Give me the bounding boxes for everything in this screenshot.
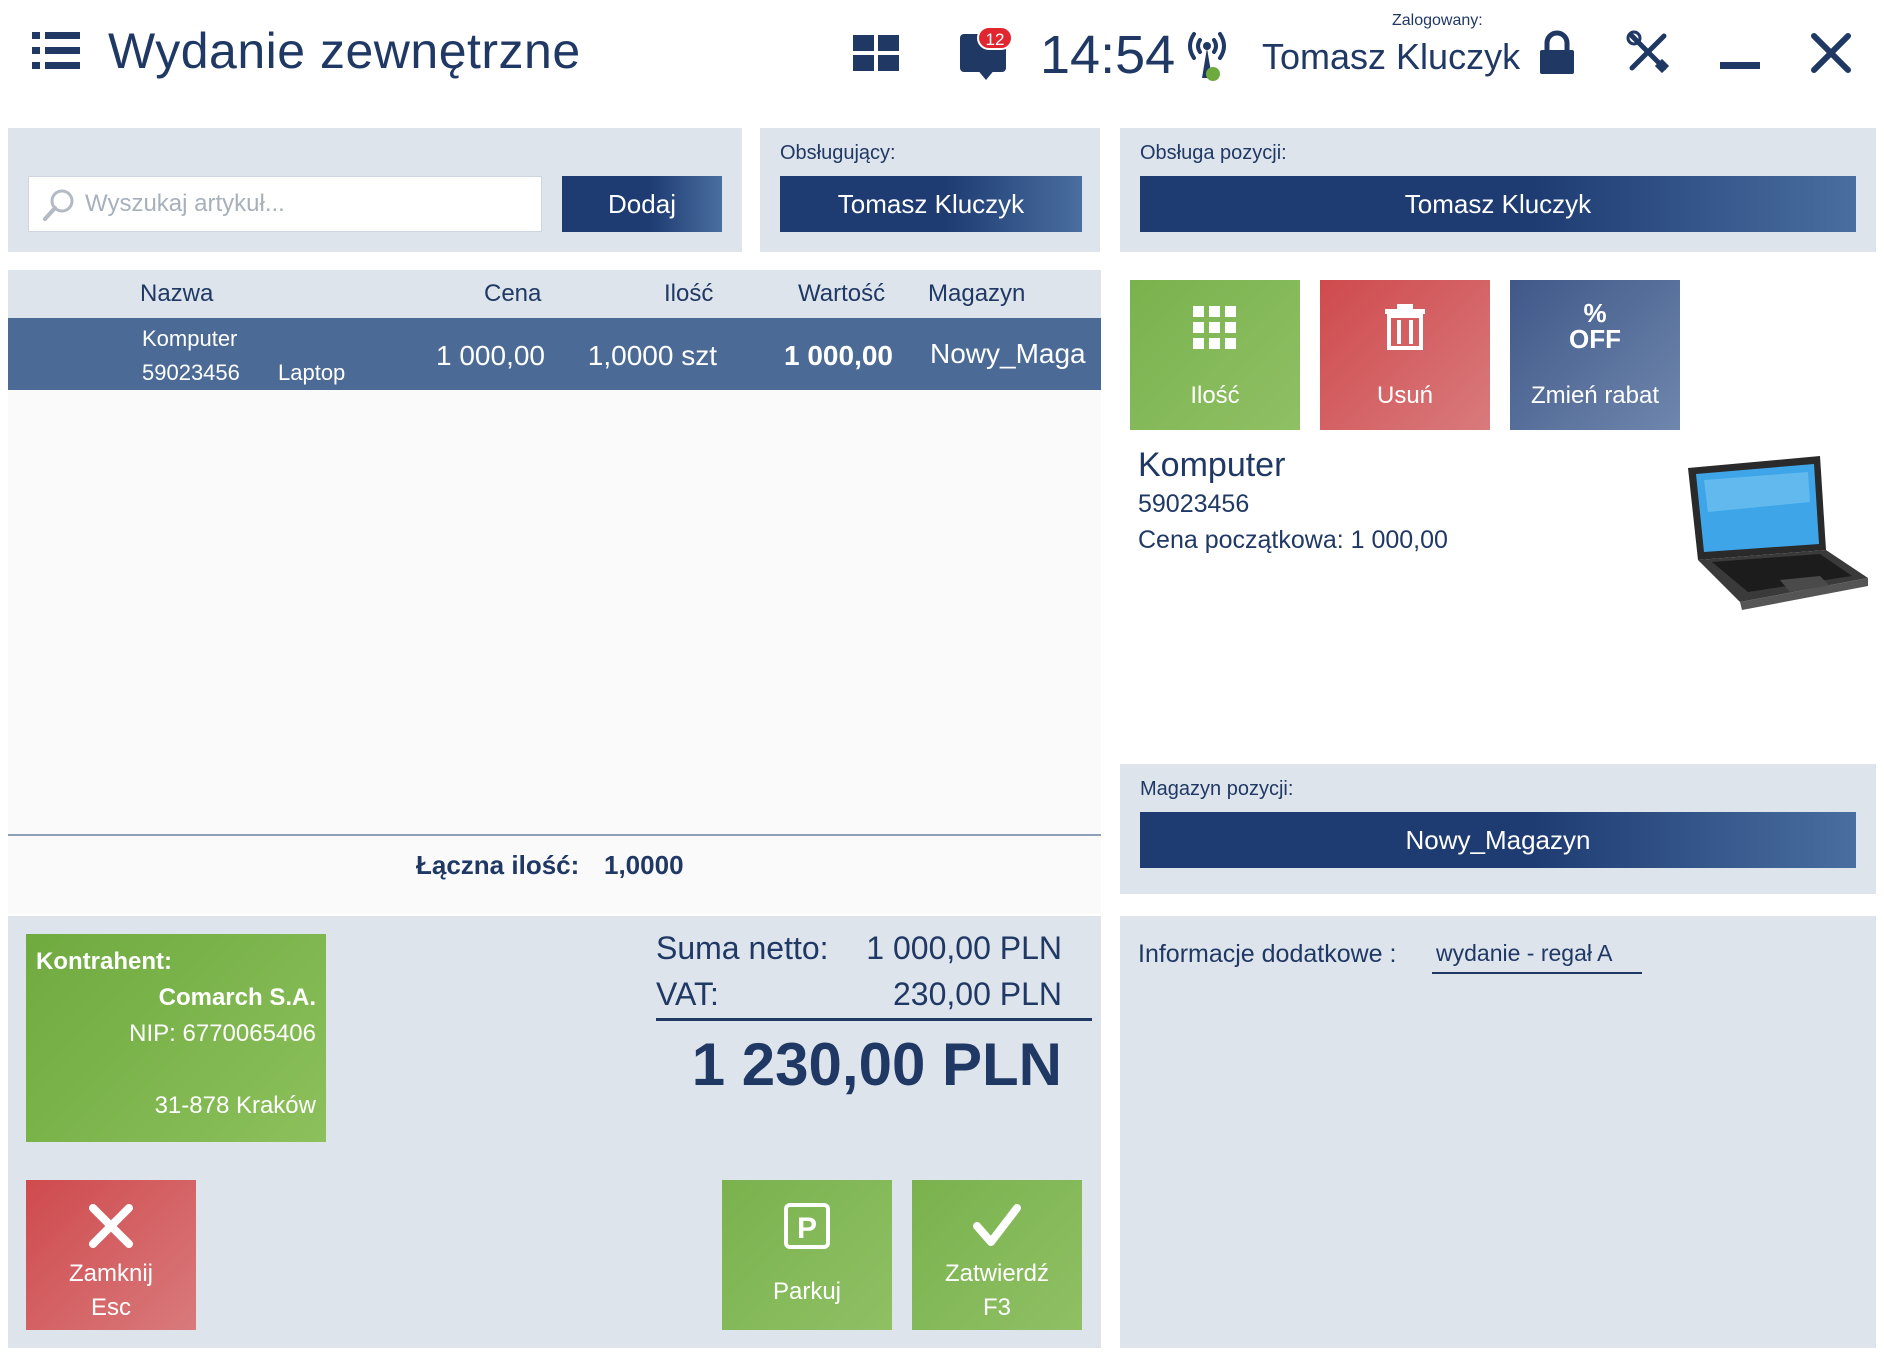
change-discount-label: Zmień rabat bbox=[1530, 382, 1660, 409]
additional-info-input[interactable] bbox=[1432, 934, 1642, 974]
delete-tile-label: Usuń bbox=[1376, 382, 1434, 409]
close-document-label: Zamknij bbox=[68, 1260, 153, 1287]
row-item-name: Komputer bbox=[142, 326, 238, 351]
additional-info-label: Informacje dodatkowe : bbox=[1138, 940, 1397, 968]
contractor-address: 31-878 Kraków bbox=[154, 1092, 316, 1119]
confirm-document-key: F3 bbox=[982, 1294, 1011, 1321]
product-start-price: Cena początkowa: 1 000,00 bbox=[1138, 526, 1448, 554]
table-row[interactable]: Komputer 59023456 Laptop 1 000,00 1,0000… bbox=[8, 318, 1101, 390]
item-handling-label: Obsługa pozycji: bbox=[1140, 142, 1287, 164]
row-item-quantity: 1,0000 szt bbox=[587, 340, 717, 371]
attendant-label: Obsługujący: bbox=[780, 142, 896, 164]
contractor-tile[interactable]: Kontrahent: Comarch S.A. NIP: 6770065406… bbox=[26, 934, 326, 1142]
product-name: Komputer bbox=[1138, 446, 1286, 484]
header-bar: Wydanie zewnętrzne 12 14:54 Zalogowany: … bbox=[0, 0, 1884, 118]
tools-icon[interactable] bbox=[1626, 30, 1670, 74]
clock: 14:54 bbox=[1040, 25, 1176, 85]
additional-info-panel bbox=[1120, 916, 1876, 1348]
grand-total: 1 230,00 PLN bbox=[691, 1031, 1062, 1098]
logged-user-name: Tomasz Kluczyk bbox=[1262, 36, 1521, 77]
confirm-document-label: Zatwierdź bbox=[944, 1260, 1050, 1287]
item-handling-button[interactable]: Tomasz Kluczyk bbox=[1140, 176, 1856, 232]
items-table: Nazwa Cena Ilość Wartość Magazyn Kompute… bbox=[8, 270, 1101, 914]
search-field[interactable] bbox=[28, 176, 542, 232]
discount-off-icon: OFF bbox=[1569, 324, 1621, 354]
change-discount-tile-button[interactable]: % OFF Zmień rabat bbox=[1510, 280, 1680, 430]
notification-count-badge: 12 bbox=[977, 26, 1013, 50]
row-item-price: 1 000,00 bbox=[436, 340, 545, 371]
notifications-icon[interactable]: 12 bbox=[960, 26, 1013, 80]
add-button[interactable]: Dodaj bbox=[562, 176, 722, 232]
park-document-label: Parkuj bbox=[772, 1278, 842, 1305]
lock-icon[interactable] bbox=[1536, 30, 1578, 76]
svg-text:P: P bbox=[797, 1212, 817, 1245]
row-item-code: 59023456 bbox=[142, 360, 240, 385]
column-header-name[interactable]: Nazwa bbox=[140, 280, 213, 308]
parking-icon: P bbox=[784, 1203, 830, 1249]
hamburger-menu-icon[interactable] bbox=[32, 32, 80, 70]
net-sum-value: 1 000,00 PLN bbox=[866, 930, 1062, 966]
delete-tile-button[interactable]: Usuń bbox=[1320, 280, 1490, 430]
search-icon bbox=[43, 189, 74, 221]
logged-in-label: Zalogowany: bbox=[1392, 12, 1483, 29]
contractor-nip: NIP: 6770065406 bbox=[129, 1020, 316, 1047]
tiles-icon[interactable] bbox=[853, 35, 899, 71]
row-item-category: Laptop bbox=[278, 360, 346, 385]
row-item-value: 1 000,00 bbox=[784, 340, 893, 371]
connection-signal-icon bbox=[1188, 32, 1226, 81]
park-document-button[interactable]: P Parkuj bbox=[722, 1180, 892, 1330]
close-document-key: Esc bbox=[90, 1294, 131, 1321]
column-header-warehouse[interactable]: Magazyn bbox=[928, 280, 1025, 308]
contractor-name: Comarch S.A. bbox=[158, 984, 316, 1011]
quantity-tile-label: Ilość bbox=[1190, 382, 1240, 409]
total-quantity-value: 1,0000 bbox=[604, 850, 684, 880]
item-warehouse-label: Magazyn pozycji: bbox=[1140, 778, 1294, 800]
minimize-icon[interactable] bbox=[1720, 62, 1760, 69]
total-quantity-label: Łączna ilość: bbox=[416, 850, 580, 880]
column-header-quantity[interactable]: Ilość bbox=[664, 280, 713, 308]
page-title: Wydanie zewnętrzne bbox=[108, 23, 581, 79]
totals-divider bbox=[656, 1018, 1092, 1021]
vat-value: 230,00 PLN bbox=[892, 976, 1062, 1012]
product-code: 59023456 bbox=[1138, 490, 1250, 518]
keypad-icon bbox=[1193, 306, 1236, 349]
row-item-warehouse: Nowy_Maga bbox=[930, 338, 1086, 369]
column-header-price[interactable]: Cena bbox=[484, 280, 541, 308]
table-header: Nazwa Cena Ilość Wartość Magazyn bbox=[8, 270, 1101, 318]
close-window-icon[interactable] bbox=[1810, 32, 1852, 74]
laptop-image bbox=[1688, 456, 1868, 610]
item-warehouse-button[interactable]: Nowy_Magazyn bbox=[1140, 812, 1856, 868]
net-sum-label: Suma netto: bbox=[656, 930, 829, 966]
attendant-button[interactable]: Tomasz Kluczyk bbox=[780, 176, 1082, 232]
quantity-tile-button[interactable]: Ilość bbox=[1130, 280, 1300, 430]
checkmark-icon bbox=[973, 1204, 1021, 1246]
vat-label: VAT: bbox=[656, 976, 719, 1012]
trash-icon bbox=[1385, 304, 1425, 350]
search-input[interactable] bbox=[85, 177, 535, 231]
close-document-button[interactable]: Zamknij Esc bbox=[26, 1180, 196, 1330]
table-divider bbox=[8, 834, 1101, 836]
confirm-document-button[interactable]: Zatwierdź F3 bbox=[912, 1180, 1082, 1330]
column-header-value[interactable]: Wartość bbox=[798, 280, 885, 308]
close-x-icon bbox=[89, 1204, 133, 1248]
contractor-label: Kontrahent: bbox=[36, 948, 172, 975]
